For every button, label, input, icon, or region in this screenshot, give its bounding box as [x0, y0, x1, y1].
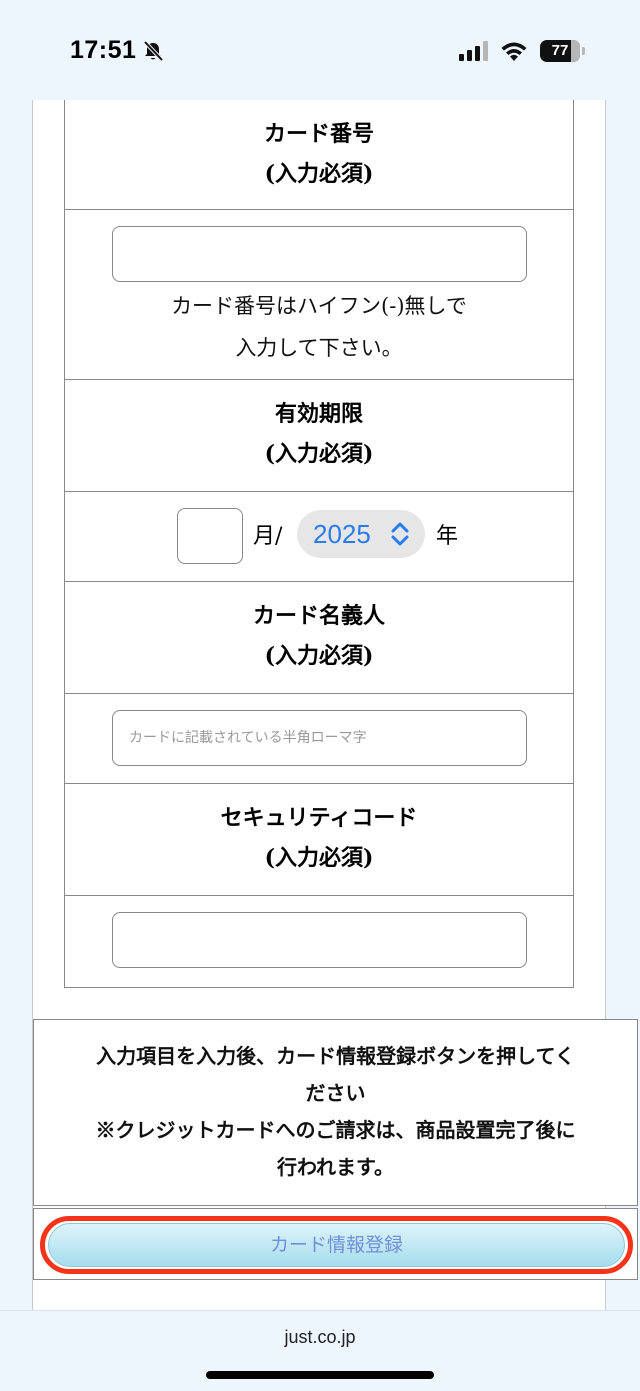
- card-number-note-line2: 入力して下さい。: [235, 336, 403, 360]
- browser-bottom-bar: just.co.jp: [0, 1310, 640, 1391]
- card-number-required: (入力必須): [264, 161, 374, 187]
- battery-icon: 77: [540, 40, 586, 62]
- expiry-year-select[interactable]: 2025: [297, 510, 425, 558]
- card-holder-input[interactable]: カードに記載されている半角ローマ字: [112, 710, 527, 766]
- card-holder-label: カード名義人: [252, 603, 385, 629]
- security-code-label: セキュリティコード: [220, 805, 418, 831]
- status-time: 17:51: [70, 36, 137, 64]
- register-card-button[interactable]: カード情報登録: [48, 1223, 625, 1267]
- security-code-header: セキュリティコード (入力必須): [65, 784, 573, 896]
- cellular-signal-icon: [459, 41, 488, 61]
- security-code-input[interactable]: [112, 912, 527, 968]
- card-holder-row: カードに記載されている半角ローマ字: [65, 694, 573, 784]
- expiry-header: 有効期限 (入力必須): [65, 380, 573, 492]
- status-bar: 17:51 77: [0, 0, 640, 100]
- info-line3: ※クレジットカードへのご請求は、商品設置完了後に: [95, 1118, 576, 1142]
- card-number-label: カード番号: [263, 121, 374, 147]
- card-number-row: カード番号はハイフン(-)無しで 入力して下さい。: [65, 210, 573, 380]
- card-holder-header: カード名義人 (入力必須): [65, 582, 573, 694]
- page-content: カード番号 (入力必須) カード番号はハイフン(-)無しで 入力して下さい。 有…: [32, 100, 638, 1310]
- battery-level: 77: [551, 42, 569, 59]
- card-number-header: カード番号 (入力必須): [65, 100, 573, 210]
- info-line1: 入力項目を入力後、カード情報登録ボタンを押してく: [96, 1044, 575, 1068]
- url-label[interactable]: just.co.jp: [0, 1327, 640, 1348]
- expiry-label: 有効期限: [274, 401, 363, 427]
- bell-muted-icon: [143, 40, 164, 62]
- chevron-up-down-icon: [391, 522, 409, 546]
- register-button-container: カード情報登録: [33, 1208, 638, 1280]
- wifi-icon: [501, 42, 527, 61]
- security-code-row: [65, 896, 573, 988]
- expiry-row: 月/ 2025 年: [65, 492, 573, 582]
- card-number-note-line1: カード番号はハイフン(-)無しで: [171, 294, 467, 318]
- card-holder-required: (入力必須): [264, 643, 374, 669]
- expiry-month-input[interactable]: [177, 508, 243, 564]
- expiry-year-value: 2025: [313, 519, 371, 549]
- info-line2: ださい: [305, 1081, 366, 1105]
- expiry-year-suffix: 年: [436, 524, 459, 549]
- security-code-required: (入力必須): [264, 845, 374, 871]
- card-number-input[interactable]: [112, 226, 527, 282]
- home-indicator[interactable]: [206, 1371, 434, 1379]
- expiry-required: (入力必須): [264, 441, 374, 467]
- info-line4: 行われます。: [277, 1155, 394, 1179]
- info-message: 入力項目を入力後、カード情報登録ボタンを押してく ださい ※クレジットカードへの…: [33, 1019, 638, 1206]
- card-form-table: カード番号 (入力必須) カード番号はハイフン(-)無しで 入力して下さい。 有…: [64, 100, 574, 988]
- expiry-month-suffix: 月/: [253, 524, 283, 549]
